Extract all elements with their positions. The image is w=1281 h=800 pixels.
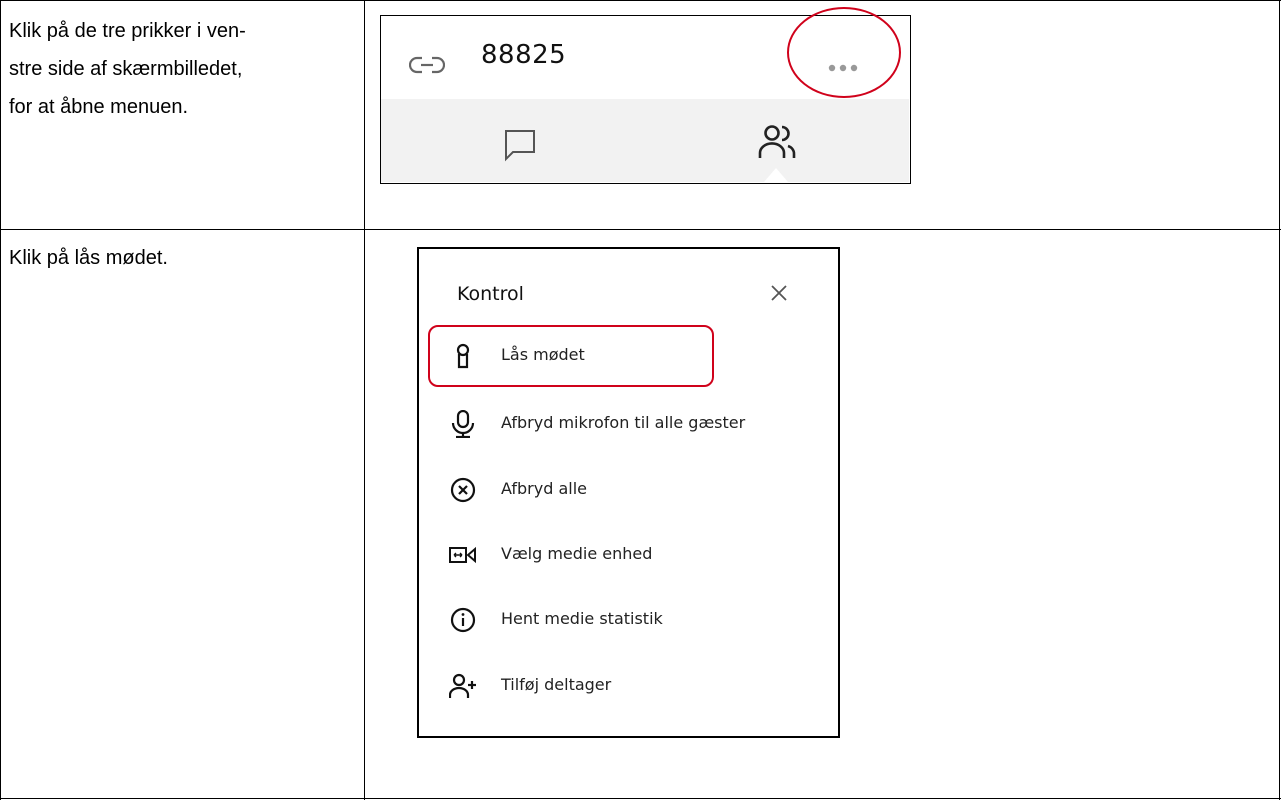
menu-item-label: Afbryd alle xyxy=(501,479,587,498)
menu-item-label: Vælg medie enhed xyxy=(501,544,653,563)
menu-item-add-participant[interactable]: Tilføj deltager xyxy=(449,666,819,706)
control-panel-screenshot: Kontrol Lås mødet Afbryd mikrofon til al… xyxy=(417,247,840,738)
menu-item-mute-all-guests[interactable]: Afbryd mikrofon til alle gæster xyxy=(449,404,819,444)
row1-instruction-line3: for at åbne menuen. xyxy=(9,96,189,118)
menu-item-label: Hent medie statistik xyxy=(501,609,663,628)
tab-pointer xyxy=(764,168,788,182)
row1-instruction-line1: Klik på de tre prikker i ven- xyxy=(9,20,246,42)
menu-item-label: Afbryd mikrofon til alle gæster xyxy=(501,413,746,432)
table-right-border xyxy=(1279,0,1280,800)
menu-item-disconnect-all[interactable]: Afbryd alle xyxy=(449,470,819,510)
row1-instruction-line2: stre side af skærmbilledet, xyxy=(9,58,243,80)
add-person-icon xyxy=(449,673,476,698)
table-bottom-border xyxy=(0,798,1281,799)
sidebar-tab-bar xyxy=(381,99,909,182)
close-icon[interactable] xyxy=(769,283,789,303)
link-icon xyxy=(409,56,445,74)
menu-item-media-statistics[interactable]: Hent medie statistik xyxy=(449,600,819,640)
participants-icon[interactable] xyxy=(758,122,798,162)
table-row-divider xyxy=(0,229,1281,230)
chat-icon[interactable] xyxy=(503,128,537,162)
meeting-id: 88825 xyxy=(481,40,567,70)
media-device-icon xyxy=(449,546,476,564)
row2-instruction-line1: Klik på lås mødet. xyxy=(9,247,168,269)
panel-title: Kontrol xyxy=(457,283,524,305)
x-circle-icon xyxy=(450,477,476,503)
highlight-rectangle xyxy=(428,325,714,387)
info-icon xyxy=(450,607,476,633)
microphone-icon xyxy=(451,410,475,438)
menu-item-select-media-device[interactable]: Vælg medie enhed xyxy=(449,535,819,575)
table-column-divider xyxy=(364,0,365,800)
menu-item-label: Tilføj deltager xyxy=(501,675,612,694)
highlight-ellipse xyxy=(787,7,901,98)
